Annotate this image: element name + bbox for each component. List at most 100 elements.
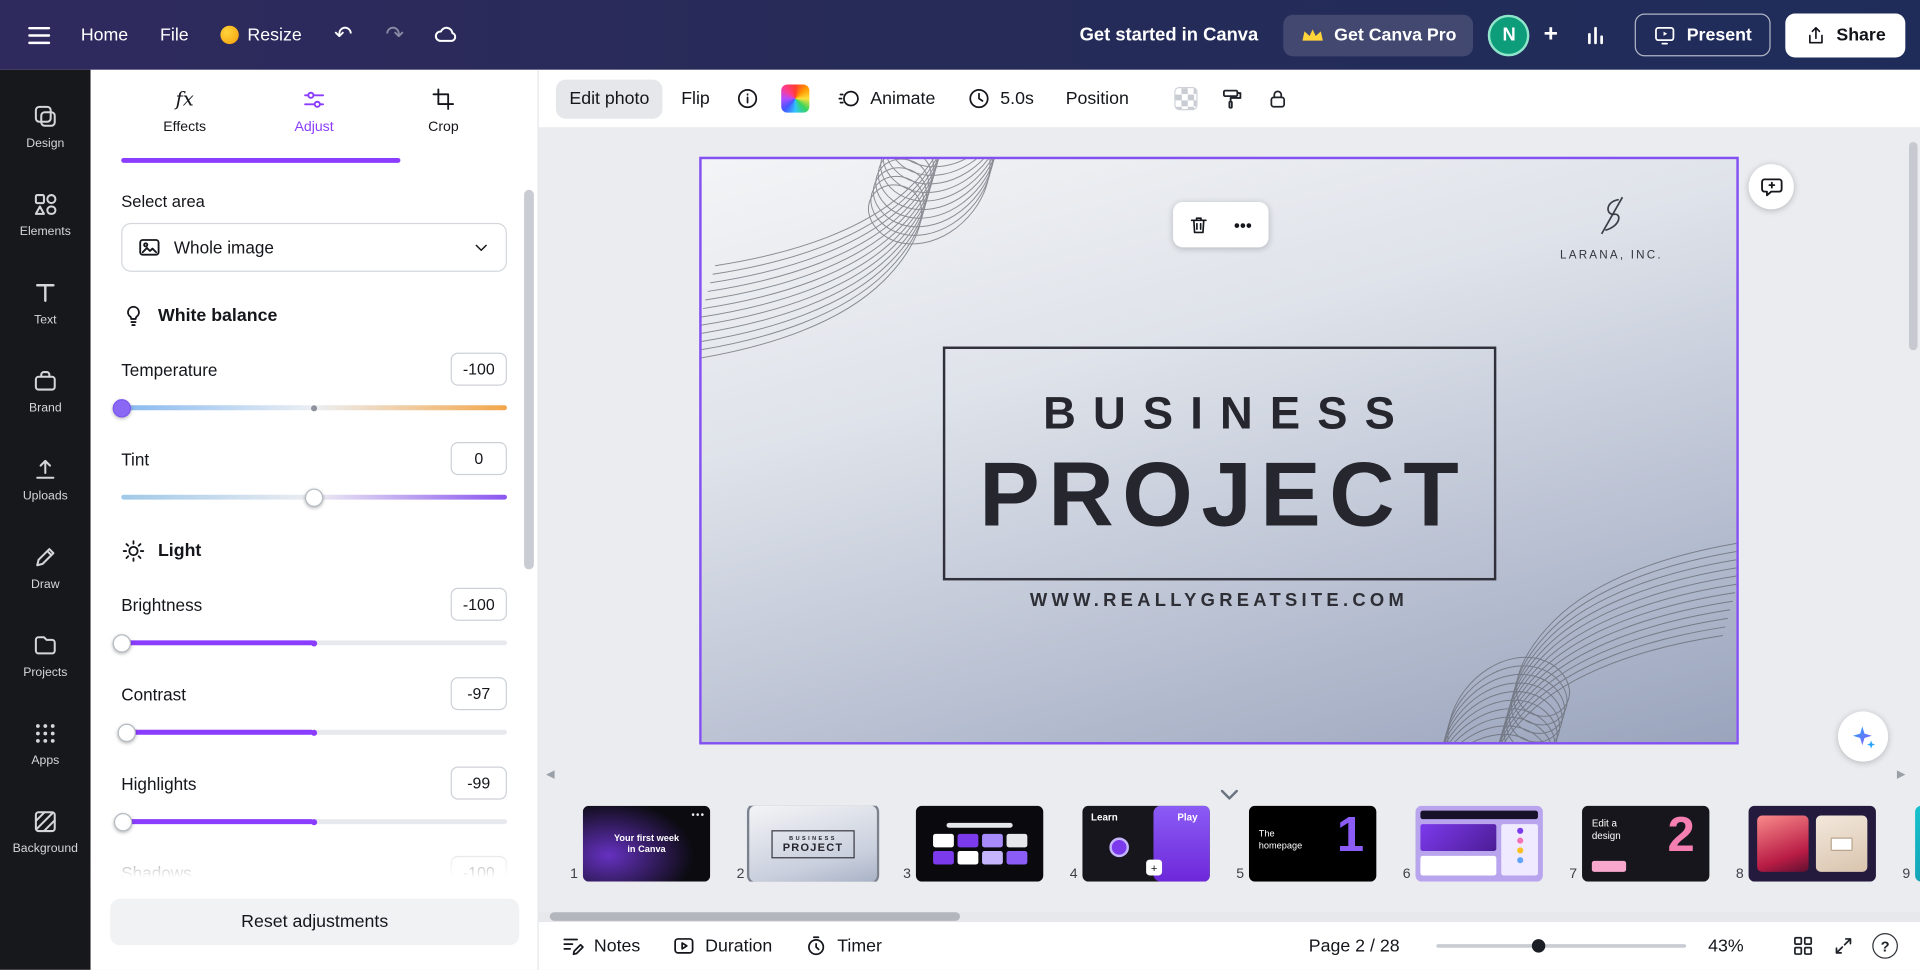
- page-thumbnail-8[interactable]: [1749, 806, 1876, 882]
- magic-assistant-button[interactable]: [1838, 711, 1888, 761]
- document-title[interactable]: Get started in Canva: [1080, 24, 1259, 45]
- sidebar-item-uploads[interactable]: Uploads: [0, 435, 91, 523]
- fullscreen-button[interactable]: [1832, 934, 1855, 957]
- tab-crop[interactable]: Crop: [401, 84, 487, 162]
- temperature-slider[interactable]: [121, 398, 507, 418]
- website-text[interactable]: WWW.REALLYGREATSITE.COM: [702, 590, 1737, 611]
- sidebar-label: Draw: [31, 577, 60, 590]
- brand-logo-icon: [1591, 193, 1633, 237]
- vertical-scrollbar[interactable]: [1909, 142, 1918, 350]
- page-cell: 6: [1393, 806, 1542, 882]
- add-member-button[interactable]: +: [1532, 10, 1569, 59]
- sidebar-item-draw[interactable]: Draw: [0, 523, 91, 611]
- undo-button[interactable]: ↶: [319, 10, 368, 59]
- zoom-slider[interactable]: [1436, 944, 1686, 948]
- get-pro-label: Get Canva Pro: [1334, 25, 1456, 45]
- sidebar-label: Text: [34, 313, 56, 326]
- duration-toolbar-button[interactable]: Duration: [672, 934, 772, 957]
- get-canva-pro-button[interactable]: Get Canva Pro: [1283, 14, 1474, 56]
- scroll-left-arrow[interactable]: ◀: [546, 768, 554, 781]
- title-box[interactable]: BUSINESS PROJECT: [942, 347, 1495, 581]
- panel-scrollbar[interactable]: [524, 190, 534, 570]
- scroll-right-arrow[interactable]: ▶: [1897, 768, 1905, 781]
- flip-button[interactable]: Flip: [668, 79, 724, 118]
- animate-label: Animate: [870, 89, 935, 109]
- select-area-dropdown[interactable]: Whole image: [121, 223, 507, 272]
- page-thumbnail-4[interactable]: Learn Play +: [1082, 806, 1209, 882]
- page-thumbnail-9[interactable]: Find inspiration: [1915, 806, 1920, 882]
- adjust-icon: [301, 84, 327, 113]
- shadows-value-input[interactable]: -100: [451, 856, 507, 889]
- share-button[interactable]: Share: [1785, 13, 1905, 57]
- brightness-value-input[interactable]: -100: [451, 588, 507, 621]
- page-indicator[interactable]: Page 2 / 28: [1309, 936, 1400, 956]
- duration-label: Duration: [705, 936, 772, 956]
- main-menu-button[interactable]: [15, 10, 64, 59]
- tint-slider[interactable]: [121, 487, 507, 507]
- contrast-slider[interactable]: [121, 722, 507, 742]
- highlights-value-input[interactable]: -99: [451, 767, 507, 800]
- sidebar-item-text[interactable]: Text: [0, 258, 91, 346]
- position-button[interactable]: Position: [1052, 79, 1142, 118]
- thumbnail-menu-icon[interactable]: •••: [691, 809, 705, 820]
- more-options-button[interactable]: •••: [1223, 206, 1262, 243]
- insights-button[interactable]: [1572, 10, 1621, 59]
- sidebar-item-elements[interactable]: Elements: [0, 170, 91, 258]
- copy-style-button[interactable]: [1219, 86, 1243, 110]
- video-icon: [672, 934, 695, 957]
- transparency-button[interactable]: [1174, 87, 1197, 110]
- sidebar-item-apps[interactable]: Apps: [0, 699, 91, 787]
- animate-button[interactable]: Animate: [824, 77, 949, 120]
- page-thumbnail-6[interactable]: [1416, 806, 1543, 882]
- avatar[interactable]: N: [1488, 14, 1530, 56]
- sidebar-item-design[interactable]: Design: [0, 82, 91, 170]
- sidebar-label: Brand: [29, 401, 62, 414]
- zoom-level[interactable]: 43%: [1708, 936, 1755, 956]
- select-area-value: Whole image: [174, 238, 459, 258]
- page-thumbnail-2-selected[interactable]: BUSINESS PROJECT: [749, 806, 876, 882]
- info-button[interactable]: [728, 77, 766, 120]
- grid-view-button[interactable]: [1791, 934, 1814, 957]
- filmstrip-scrollbar-track[interactable]: [539, 912, 1920, 921]
- page-thumbnail-1[interactable]: Your first week in Canva •••: [583, 806, 710, 882]
- contrast-value-input[interactable]: -97: [451, 677, 507, 710]
- lock-button[interactable]: [1266, 87, 1289, 110]
- edit-photo-button[interactable]: Edit photo: [556, 79, 663, 118]
- present-button[interactable]: Present: [1635, 13, 1770, 56]
- filmstrip-scrollbar-thumb[interactable]: [550, 912, 960, 921]
- file-menu-button[interactable]: File: [145, 14, 203, 56]
- sidebar-item-background[interactable]: Background: [0, 787, 91, 875]
- timer-button[interactable]: Timer: [804, 934, 882, 957]
- temperature-value-input[interactable]: -100: [451, 353, 507, 386]
- home-button[interactable]: Home: [66, 14, 143, 56]
- duration-button[interactable]: 5.0s: [954, 77, 1048, 120]
- tab-adjust[interactable]: Adjust: [271, 84, 357, 162]
- page-thumbnail-3[interactable]: [916, 806, 1043, 882]
- reset-adjustments-button[interactable]: Reset adjustments: [110, 899, 519, 946]
- sidebar-item-projects[interactable]: Projects: [0, 611, 91, 699]
- canvas-area[interactable]: LARANA, INC. BUSINESS PROJECT WWW.REALLY…: [539, 127, 1920, 783]
- zoom-slider-thumb[interactable]: [1531, 939, 1544, 952]
- panel-tabs: fx Effects Adjust Crop: [91, 70, 538, 163]
- thumbnail-row: 1 Your first week in Canva ••• 2 BUSINES…: [561, 806, 1920, 882]
- highlights-slider[interactable]: [121, 812, 507, 832]
- notes-button[interactable]: Notes: [561, 934, 640, 957]
- tab-label: Adjust: [294, 120, 333, 135]
- collapse-filmstrip-button[interactable]: [1220, 786, 1240, 804]
- slider-label: Contrast: [121, 684, 186, 704]
- brand-block[interactable]: LARANA, INC.: [1538, 193, 1685, 262]
- resize-button[interactable]: Resize: [206, 14, 317, 56]
- color-picker-tile[interactable]: [781, 84, 809, 112]
- sidebar-item-brand[interactable]: Brand: [0, 347, 91, 435]
- delete-button[interactable]: [1179, 206, 1218, 243]
- redo-button[interactable]: ↷: [370, 10, 419, 59]
- grid-view-icon: [1791, 934, 1814, 957]
- add-comment-button[interactable]: [1749, 164, 1794, 209]
- help-button[interactable]: ?: [1872, 933, 1898, 959]
- tint-value-input[interactable]: 0: [451, 442, 507, 475]
- tab-effects[interactable]: fx Effects: [142, 84, 228, 162]
- brightness-slider[interactable]: [121, 633, 507, 653]
- image-icon: [137, 235, 161, 259]
- page-thumbnail-7[interactable]: Edit a design 2: [1582, 806, 1709, 882]
- page-thumbnail-5[interactable]: The homepage 1: [1249, 806, 1376, 882]
